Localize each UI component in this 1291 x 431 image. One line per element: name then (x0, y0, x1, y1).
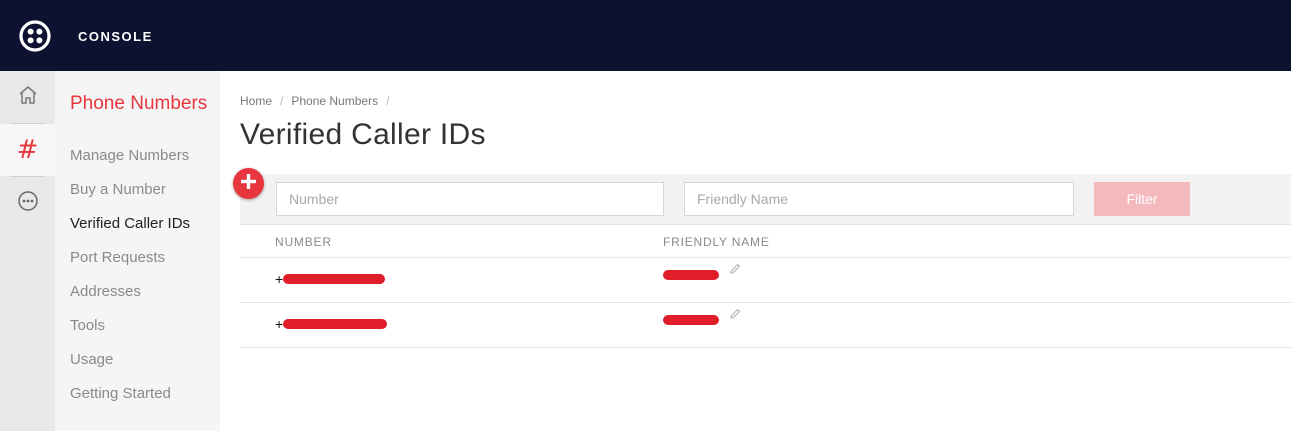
redaction-mark (283, 319, 388, 330)
sidebar-item-tools[interactable]: Tools (70, 317, 105, 334)
pencil-icon[interactable] (729, 262, 741, 280)
breadcrumb-home[interactable]: Home (240, 94, 272, 108)
sidebar-title[interactable]: Phone Numbers (70, 93, 207, 115)
redaction-mark (663, 315, 719, 325)
column-header-number[interactable]: NUMBER (275, 235, 332, 249)
twilio-logo-icon[interactable] (19, 20, 51, 52)
top-bar: CONSOLE (0, 0, 1291, 71)
rail-phone-numbers[interactable]: # (0, 124, 55, 176)
breadcrumb-separator: / (280, 94, 284, 108)
sidebar-item-verified-caller-ids[interactable]: Verified Caller IDs (70, 215, 190, 232)
sidebar-item-manage-numbers[interactable]: Manage Numbers (70, 147, 189, 164)
column-header-friendly-name[interactable]: FRIENDLY NAME (663, 235, 770, 249)
sidebar-item-getting-started[interactable]: Getting Started (70, 385, 171, 402)
caller-id-number[interactable]: + (275, 316, 388, 332)
home-icon (17, 84, 39, 111)
number-filter-input[interactable] (276, 182, 664, 216)
friendly-name-filter-input[interactable] (684, 182, 1074, 216)
product-sidebar: Phone Numbers Manage Numbers Buy a Numbe… (55, 71, 220, 431)
hash-icon: # (16, 135, 39, 165)
sidebar-item-port-requests[interactable]: Port Requests (70, 249, 165, 266)
number-prefix: + (275, 271, 284, 287)
app-title[interactable]: CONSOLE (78, 29, 153, 44)
rail-home[interactable] (0, 71, 55, 123)
sidebar-item-addresses[interactable]: Addresses (70, 283, 141, 300)
add-caller-id-button[interactable] (233, 168, 264, 199)
breadcrumb-separator: / (386, 94, 390, 108)
icon-rail: # (0, 71, 55, 431)
table-row: + (240, 303, 1291, 348)
redaction-mark (663, 270, 719, 280)
friendly-name-cell (663, 309, 741, 330)
friendly-name-cell (663, 264, 741, 285)
breadcrumb: Home / Phone Numbers / (240, 94, 397, 108)
filter-button[interactable]: Filter (1094, 182, 1190, 216)
number-prefix: + (275, 316, 284, 332)
sidebar-item-usage[interactable]: Usage (70, 351, 113, 368)
pencil-icon[interactable] (729, 307, 741, 325)
rail-more[interactable] (0, 177, 55, 229)
more-icon (17, 190, 39, 217)
sidebar-item-buy-a-number[interactable]: Buy a Number (70, 181, 166, 198)
table-row: + (240, 258, 1291, 303)
caller-id-number[interactable]: + (275, 271, 386, 287)
page-title: Verified Caller IDs (240, 118, 486, 151)
plus-circle-icon (240, 173, 257, 195)
redaction-mark (283, 274, 386, 285)
breadcrumb-phone-numbers[interactable]: Phone Numbers (291, 94, 378, 108)
